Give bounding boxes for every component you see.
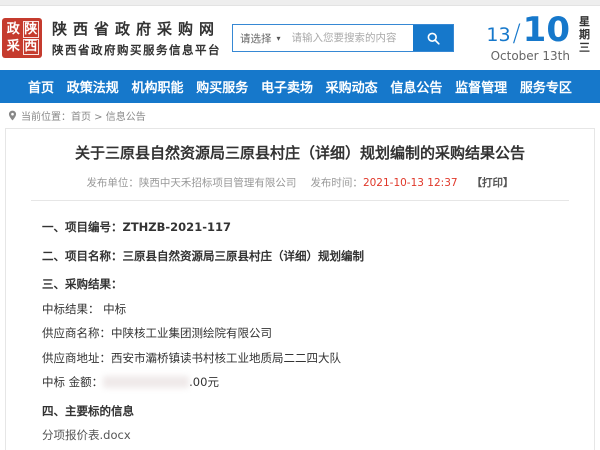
caret-down-icon: ▾ <box>277 34 281 43</box>
search-input[interactable] <box>288 25 413 51</box>
nav-item-e-mall[interactable]: 电子卖场 <box>261 77 313 96</box>
site-subtitle: 陕西省政府购买服务信息平台 <box>52 42 221 58</box>
line-supplier-address: 供应商地址：西安市灞桥镇读书村核工业地质局二二四大队 <box>42 351 564 367</box>
search-select-label: 请选择 <box>240 31 272 46</box>
attachment-link[interactable]: 分项报价表.docx <box>42 428 131 442</box>
logo-char: 采 <box>5 39 22 56</box>
site-header: 政 陕 采 西 陕西省政府采购网 陕西省政府购买服务信息平台 请选择 ▾ 13/… <box>0 6 600 70</box>
publish-time: 2021-10-13 12:37 <box>363 177 458 189</box>
site-name: 陕西省政府采购网 <box>52 18 221 39</box>
redacted-amount <box>103 376 189 388</box>
line-supplier-name: 供应商名称：中陕核工业集团测绘院有限公司 <box>42 326 564 342</box>
search-category-select[interactable]: 请选择 ▾ <box>233 25 288 51</box>
line-bid-amount: 中标 金额：.00元 <box>42 375 564 391</box>
search-icon <box>426 31 441 46</box>
article-body: 一、项目编号：ZTHZB-2021-117 二、项目名称：三原县自然资源局三原县… <box>6 201 594 450</box>
search-button[interactable] <box>413 25 453 51</box>
line-target-heading: 四、主要标的信息 <box>42 404 564 420</box>
logo-char: 政 <box>5 21 22 38</box>
location-pin-icon <box>8 110 17 121</box>
logo-char: 陕 <box>23 21 40 38</box>
search-box: 请选择 ▾ <box>232 24 454 52</box>
nav-item-policy[interactable]: 政策法规 <box>67 77 119 96</box>
site-logo[interactable]: 政 陕 采 西 <box>2 18 42 58</box>
logo-char: 西 <box>23 39 40 56</box>
site-title: 陕西省政府采购网 陕西省政府购买服务信息平台 <box>52 18 221 58</box>
article-meta: 发布单位：陕西中天禾招标项目管理有限公司 发布时间：2021-10-13 12:3… <box>6 175 594 190</box>
date-english: October 13th <box>486 49 570 63</box>
print-button[interactable]: 【打印】 <box>472 177 514 189</box>
line-project-name: 二、项目名称：三原县自然资源局三原县村庄（详细）规划编制 <box>42 249 564 265</box>
line-result-heading: 三、采购结果： <box>42 277 564 293</box>
article-card: 关于三原县自然资源局三原县村庄（详细）规划编制的采购结果公告 发布单位：陕西中天… <box>5 128 595 450</box>
publisher: 发布单位：陕西中天禾招标项目管理有限公司 <box>86 177 296 189</box>
breadcrumb: 当前位置：首页 > 信息公告 <box>0 103 600 128</box>
date-block: 13/10 October 13th 星 期 三 <box>486 13 592 63</box>
date-numeric: 13/10 <box>486 13 570 47</box>
line-bid-result: 中标结果： 中标 <box>42 302 564 318</box>
nav-item-service-zone[interactable]: 服务专区 <box>520 77 572 96</box>
weekday-vertical: 星 期 三 <box>579 15 590 54</box>
line-project-no: 一、项目编号：ZTHZB-2021-117 <box>42 220 564 236</box>
article-title: 关于三原县自然资源局三原县村庄（详细）规划编制的采购结果公告 <box>6 142 594 163</box>
publish-time-label: 发布时间： <box>310 177 363 189</box>
main-nav: 首页 政策法规 机构职能 购买服务 电子卖场 采购动态 信息公告 监督管理 服务… <box>0 70 600 103</box>
nav-item-org-functions[interactable]: 机构职能 <box>131 77 183 96</box>
nav-item-procurement-news[interactable]: 采购动态 <box>326 77 378 96</box>
breadcrumb-text[interactable]: 当前位置：首页 > 信息公告 <box>21 108 146 123</box>
nav-item-supervision[interactable]: 监督管理 <box>455 77 507 96</box>
nav-item-purchase-service[interactable]: 购买服务 <box>196 77 248 96</box>
nav-item-home[interactable]: 首页 <box>28 77 54 96</box>
nav-item-info-notice[interactable]: 信息公告 <box>390 77 442 96</box>
